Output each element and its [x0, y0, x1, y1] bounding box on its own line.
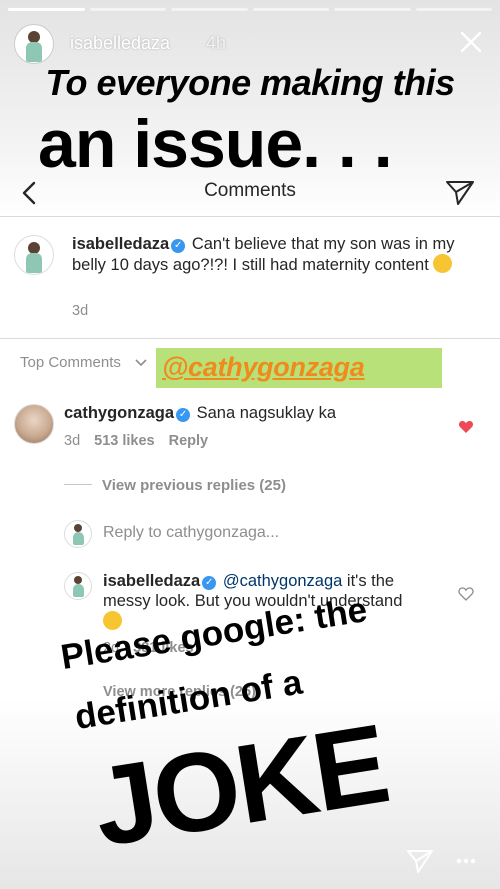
- story-avatar[interactable]: [14, 24, 54, 64]
- heart-filled-icon[interactable]: [458, 419, 474, 435]
- progress-segment: [8, 8, 85, 11]
- progress-segment: [252, 8, 329, 11]
- view-previous-replies[interactable]: View previous replies (25): [64, 477, 286, 494]
- chevron-down-icon[interactable]: [134, 356, 148, 370]
- reply-mention[interactable]: @cathygonzaga: [223, 572, 343, 590]
- reply-input[interactable]: Reply to cathygonzaga...: [103, 524, 279, 542]
- mention-sticker[interactable]: @cathygonzaga: [156, 348, 442, 388]
- story-caption-line2: an issue. . .: [38, 106, 393, 182]
- comment-body: Sana nagsuklay ka: [196, 404, 337, 422]
- verified-badge-icon: ✓: [176, 408, 191, 422]
- story-username[interactable]: isabelledaza: [70, 33, 170, 54]
- avatar[interactable]: [14, 235, 54, 275]
- reply-username[interactable]: isabelledaza: [103, 572, 200, 590]
- send-message-icon[interactable]: [405, 846, 435, 876]
- caption-text: isabelledaza ✓ Can't believe that my son …: [72, 234, 472, 275]
- tongue-emoji-icon: [433, 254, 453, 273]
- expressionless-emoji-icon: [103, 611, 122, 630]
- send-icon[interactable]: [444, 176, 476, 208]
- avatar[interactable]: [64, 572, 92, 600]
- comment-text: cathygonzaga ✓ Sana nagsuklay ka: [64, 403, 444, 423]
- more-options-icon[interactable]: [456, 858, 476, 864]
- verified-badge-icon: ✓: [171, 239, 186, 253]
- progress-segment: [415, 8, 492, 11]
- progress-segment: [171, 8, 248, 11]
- progress-segment: [89, 8, 166, 11]
- divider-line: [64, 484, 92, 485]
- story-viewer: isabelledaza 4h To everyone making this …: [0, 0, 500, 889]
- heart-outline-icon[interactable]: [458, 586, 474, 602]
- story-caption-line1: To everyone making this: [45, 62, 455, 103]
- close-icon[interactable]: [456, 27, 486, 57]
- comment-username[interactable]: cathygonzaga: [64, 404, 174, 422]
- verified-badge-icon: ✓: [202, 576, 217, 590]
- mention-sticker-text: @cathygonzaga: [162, 352, 365, 382]
- top-comments-label[interactable]: Top Comments: [20, 354, 121, 371]
- progress-segment: [334, 8, 411, 11]
- comment-meta: 3d 513 likes Reply: [64, 433, 208, 449]
- view-previous-label: View previous replies (25): [102, 477, 286, 494]
- story-time: 4h: [206, 33, 227, 53]
- post-caption: isabelledaza ✓ Can't believe that my son …: [0, 216, 500, 339]
- caption-username[interactable]: isabelledaza: [72, 235, 169, 253]
- comment-likes[interactable]: 513 likes: [94, 433, 154, 449]
- story-progress: [8, 8, 492, 11]
- caption-age: 3d: [72, 303, 89, 319]
- avatar[interactable]: [14, 404, 54, 444]
- comments-title: Comments: [204, 180, 296, 201]
- story-header: isabelledaza 4h: [14, 24, 486, 64]
- reply-button[interactable]: Reply: [169, 433, 209, 449]
- avatar: [64, 520, 92, 548]
- comment-age: 3d: [64, 433, 81, 449]
